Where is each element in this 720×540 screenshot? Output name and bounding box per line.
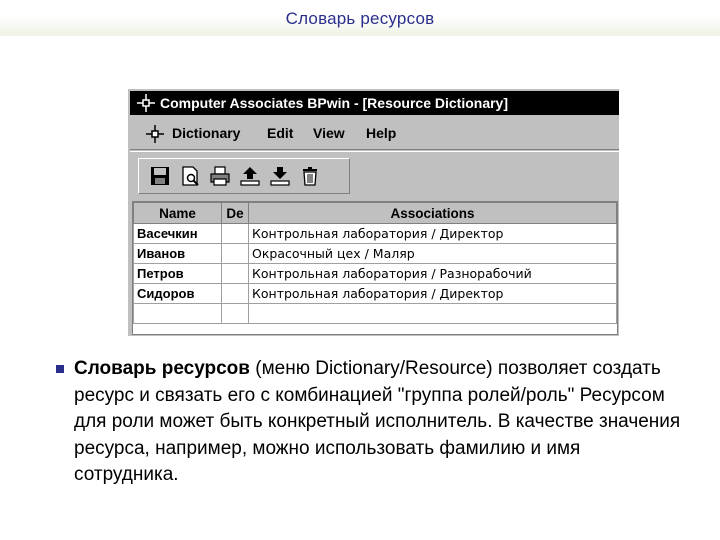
table-row[interactable]: Васечкин Контрольная лаборатория / Дирек… xyxy=(133,223,617,244)
document-icon[interactable] xyxy=(144,123,166,145)
associations-cell[interactable] xyxy=(248,303,617,324)
bullet-square-icon xyxy=(56,365,64,373)
print-preview-icon[interactable] xyxy=(179,165,201,187)
toolbar xyxy=(130,151,619,198)
de-cell[interactable] xyxy=(221,303,249,324)
associations-cell[interactable]: Контрольная лаборатория / Директор xyxy=(248,223,617,244)
name-cell[interactable]: Иванов xyxy=(133,243,222,264)
column-header-de[interactable]: De xyxy=(221,202,249,224)
import-icon[interactable] xyxy=(239,165,261,187)
name-cell[interactable]: Сидоров xyxy=(133,283,222,304)
table-row[interactable] xyxy=(133,303,617,324)
bpwin-app-icon xyxy=(137,94,155,112)
resource-grid: Name De Associations Васечкин Контрольна… xyxy=(132,201,618,335)
de-cell[interactable] xyxy=(221,243,249,264)
column-header-associations[interactable]: Associations xyxy=(248,202,617,224)
bullet-text: Словарь ресурсов (меню Dictionary/Resour… xyxy=(74,356,684,489)
window-title: Computer Associates BPwin - [Resource Di… xyxy=(160,95,509,111)
name-cell[interactable]: Петров xyxy=(133,263,222,284)
associations-cell[interactable]: Окрасочный цех / Маляр xyxy=(248,243,617,264)
de-cell[interactable] xyxy=(221,223,249,244)
associations-cell[interactable]: Контрольная лаборатория / Разнорабочий xyxy=(248,263,617,284)
menu-help[interactable]: Help xyxy=(366,125,396,141)
name-cell[interactable]: Васечкин xyxy=(133,223,222,244)
bpwin-window: Computer Associates BPwin - [Resource Di… xyxy=(126,88,619,336)
menu-dictionary[interactable]: Dictionary xyxy=(172,125,240,141)
column-header-name[interactable]: Name xyxy=(133,202,222,224)
bullet-bold-lead: Словарь ресурсов xyxy=(74,358,250,379)
de-cell[interactable] xyxy=(221,283,249,304)
menu-edit[interactable]: Edit xyxy=(267,125,293,141)
table-row[interactable]: Петров Контрольная лаборатория / Разнора… xyxy=(133,263,617,284)
save-icon[interactable] xyxy=(149,165,171,187)
menu-view[interactable]: View xyxy=(313,125,345,141)
window-titlebar[interactable]: Computer Associates BPwin - [Resource Di… xyxy=(130,91,619,115)
slide-title: Словарь ресурсов xyxy=(285,9,435,28)
name-cell[interactable] xyxy=(133,303,222,324)
delete-icon[interactable] xyxy=(299,165,321,187)
print-icon[interactable] xyxy=(209,165,231,187)
export-icon[interactable] xyxy=(269,165,291,187)
resource-table: Name De Associations Васечкин Контрольна… xyxy=(133,202,617,324)
de-cell[interactable] xyxy=(221,263,249,284)
table-row[interactable]: Сидоров Контрольная лаборатория / Директ… xyxy=(133,283,617,304)
table-header-row: Name De Associations xyxy=(133,202,617,224)
menubar: Dictionary Edit View Help xyxy=(130,117,619,150)
associations-cell[interactable]: Контрольная лаборатория / Директор xyxy=(248,283,617,304)
table-row[interactable]: Иванов Окрасочный цех / Маляр xyxy=(133,243,617,264)
toolbar-group xyxy=(138,158,350,194)
